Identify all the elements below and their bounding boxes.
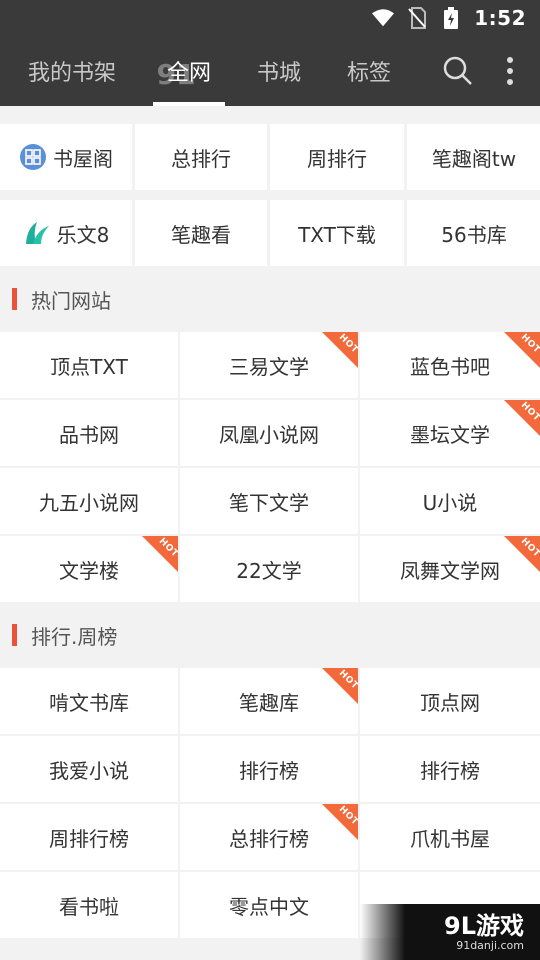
status-time: 1:52	[474, 6, 526, 30]
site-link[interactable]: 排行榜	[180, 736, 358, 802]
section-title-text: 排行.周榜	[31, 624, 118, 649]
no-sim-icon	[406, 7, 428, 29]
site-link[interactable]: 笔趣库 HOT	[180, 668, 358, 734]
section-accent-bar	[12, 624, 17, 646]
quick-link[interactable]: 周排行	[270, 124, 404, 190]
site-link-label: 零点中文	[229, 894, 309, 919]
site-link[interactable]: U小说	[360, 468, 540, 534]
site-link[interactable]: 顶点网	[360, 668, 540, 734]
battery-charging-icon	[440, 7, 462, 29]
site-link[interactable]: 蓝色书吧 HOT	[360, 332, 540, 398]
site-link[interactable]: 凤舞文学网 HOT	[360, 536, 540, 602]
quick-link-label: 乐文8	[56, 222, 110, 247]
tab-my-bookshelf[interactable]: 我的书架	[20, 36, 124, 106]
site-link-label: 墨坛文学	[410, 422, 490, 447]
site-link-label: 凤舞文学网	[400, 558, 500, 583]
site-link-label: U小说	[422, 490, 478, 515]
hot-badge: HOT	[504, 400, 540, 436]
site-link[interactable]: 笔下文学	[180, 468, 358, 534]
brand-watermark-main: 9L游戏	[444, 911, 524, 940]
hot-badge: HOT	[504, 332, 540, 368]
quick-link[interactable]: 书屋阁	[0, 124, 132, 190]
site-link-label: 蓝色书吧	[410, 354, 490, 379]
site-grid: 啃文书库 笔趣库 HOT 顶点网我爱小说 排行榜 排行榜周排行榜 总排行榜 HOT 爪机书屋看书…	[0, 668, 540, 938]
site-link[interactable]: 凤凰小说网	[180, 400, 358, 466]
quick-link[interactable]: 总排行	[135, 124, 267, 190]
site-link[interactable]: 22文学	[180, 536, 358, 602]
site-grid: 顶点TXT 三易文学 HOT 蓝色书吧 HOT 品书网 凤凰小说网 墨坛文学 HOT 九五小说网笔…	[0, 332, 540, 602]
quick-link-label: 总排行	[171, 146, 231, 171]
site-link-label: 笔下文学	[229, 490, 309, 515]
site-link[interactable]: 排行榜	[360, 736, 540, 802]
site-link-label: 顶点TXT	[50, 354, 128, 379]
site-link-label: 我爱小说	[49, 758, 129, 783]
site-link[interactable]: 零点中文	[180, 872, 358, 938]
quick-link[interactable]: 56书库	[407, 200, 540, 266]
quick-link-label: 书屋阁	[53, 146, 113, 171]
content-area: 书屋阁 总排行 周排行 笔趣阁tw 乐文8 笔趣看 TXT下载 56书库 热门网…	[0, 106, 540, 960]
site-link-label: 排行榜	[239, 758, 299, 783]
brand-watermark-sub: 91danji.com	[456, 938, 524, 952]
leaf-logo-icon	[23, 220, 51, 246]
brand-watermark: 9L游戏 91danji.com	[360, 904, 540, 960]
hot-badge: HOT	[322, 668, 358, 704]
quick-link-label: 笔趣看	[171, 222, 231, 247]
top-nav: 我的书架 91 全网 书城 标签	[0, 36, 540, 106]
site-link[interactable]: 爪机书屋	[360, 804, 540, 870]
site-link-label: 品书网	[59, 422, 119, 447]
site-link[interactable]: 看书啦	[0, 872, 178, 938]
site-link[interactable]: 周排行榜	[0, 804, 178, 870]
site-sections: 热门网站 顶点TXT 三易文学 HOT 蓝色书吧 HOT 品书网 凤凰小说网 墨坛文学 HOT 九五…	[0, 266, 540, 938]
quick-link-label: 笔趣阁tw	[431, 146, 517, 171]
site-link[interactable]: 我爱小说	[0, 736, 178, 802]
quick-link[interactable]: TXT下载	[270, 200, 404, 266]
site-link-label: 三易文学	[229, 354, 309, 379]
site-link-label: 爪机书屋	[410, 826, 490, 851]
tab-tags[interactable]: 标签	[340, 36, 398, 106]
section-title: 排行.周榜	[0, 602, 540, 668]
site-link[interactable]: 墨坛文学 HOT	[360, 400, 540, 466]
site-link-label: 笔趣库	[239, 690, 299, 715]
site-link[interactable]: 三易文学 HOT	[180, 332, 358, 398]
quick-link[interactable]: 笔趣看	[135, 200, 267, 266]
search-icon[interactable]	[438, 36, 478, 106]
site-link-label: 凤凰小说网	[219, 422, 319, 447]
site-link[interactable]: 啃文书库	[0, 668, 178, 734]
section-title-text: 热门网站	[31, 288, 111, 313]
hot-badge: HOT	[322, 332, 358, 368]
site-link-label: 排行榜	[420, 758, 480, 783]
section-title: 热门网站	[0, 266, 540, 332]
hot-badge: HOT	[142, 536, 178, 572]
site-link-label: 啃文书库	[49, 690, 129, 715]
quick-link-label: 周排行	[307, 146, 367, 171]
site-link[interactable]: 顶点TXT	[0, 332, 178, 398]
quick-link-label: 56书库	[441, 222, 507, 247]
site-link-label: 22文学	[236, 558, 302, 583]
quick-links-grid: 书屋阁 总排行 周排行 笔趣阁tw 乐文8 笔趣看 TXT下载 56书库	[0, 106, 540, 266]
more-vertical-icon[interactable]	[496, 36, 524, 106]
site-link[interactable]: 九五小说网	[0, 468, 178, 534]
section-accent-bar	[12, 288, 17, 310]
quick-link[interactable]: 乐文8	[0, 200, 132, 266]
site-link-label: 顶点网	[420, 690, 480, 715]
site-link-label: 总排行榜	[229, 826, 309, 851]
quick-link[interactable]: 笔趣阁tw	[407, 124, 540, 190]
site-link[interactable]: 品书网	[0, 400, 178, 466]
tab-book-city[interactable]: 书城	[250, 36, 308, 106]
status-bar: 1:52	[0, 0, 540, 36]
site-link-label: 九五小说网	[39, 490, 139, 515]
site-link[interactable]: 文学楼 HOT	[0, 536, 178, 602]
grid-app-icon	[19, 143, 47, 171]
site-link[interactable]: 总排行榜 HOT	[180, 804, 358, 870]
wifi-icon	[372, 7, 395, 29]
hot-badge: HOT	[504, 536, 540, 572]
site-link-label: 文学楼	[59, 558, 119, 583]
hot-badge: HOT	[322, 804, 358, 840]
quick-link-label: TXT下载	[298, 222, 376, 247]
tab-all-web[interactable]: 全网	[153, 36, 225, 106]
site-link-label: 周排行榜	[49, 826, 129, 851]
site-link-label: 看书啦	[59, 894, 119, 919]
